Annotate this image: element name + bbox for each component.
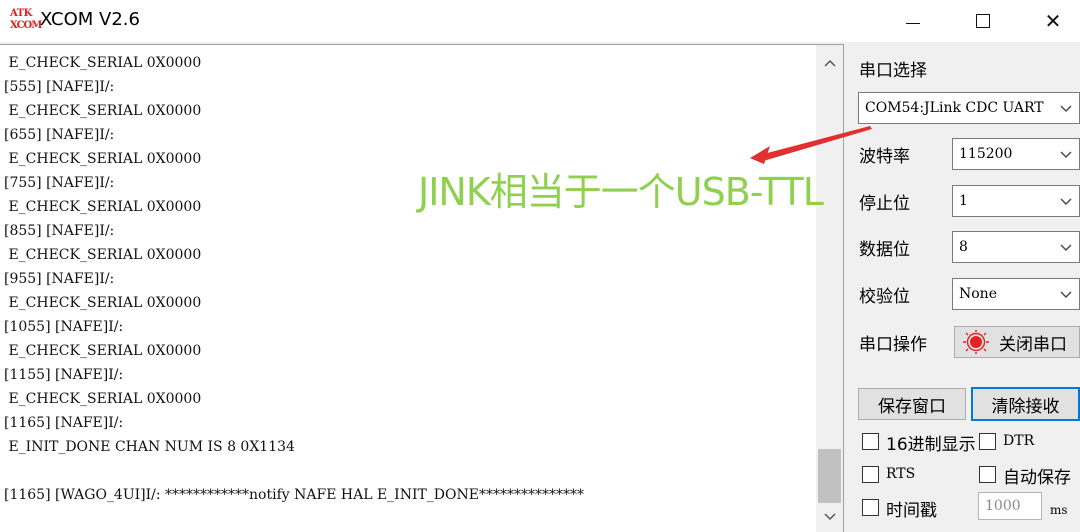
minimize-icon [906, 22, 920, 24]
port-select-value: COM54:JLink CDC UART [865, 100, 1044, 116]
receive-line: [1165] [WAGO_4UI]I/: ************notify … [4, 487, 584, 503]
stopbits-value: 1 [959, 193, 968, 209]
timestamp-label: 时间戳 [886, 501, 937, 521]
clear-receive-button[interactable]: 清除接收 [971, 387, 1080, 421]
databits-select[interactable]: 8 [952, 231, 1080, 263]
receive-line: E_CHECK_SERIAL 0X0000 [4, 103, 202, 119]
close-button[interactable]: ✕ [1030, 0, 1076, 42]
maximize-icon [976, 14, 990, 28]
receive-line [4, 459, 814, 483]
scroll-up-button[interactable] [816, 49, 843, 77]
receive-line: [955] [NAFE]I/: [4, 271, 115, 287]
hex-display-checkbox[interactable] [862, 433, 879, 450]
dtr-label: DTR [1003, 433, 1035, 449]
port-select[interactable]: COM54:JLink CDC UART [858, 92, 1080, 124]
rts-label: RTS [886, 466, 916, 482]
stopbits-label: 停止位 [859, 194, 910, 214]
receive-line: [655] [NAFE]I/: [4, 127, 115, 143]
auto-save-checkbox[interactable] [979, 466, 996, 483]
title-bar: ATK XCOM XCOM V2.6 ✕ [0, 0, 1080, 42]
receive-line: E_CHECK_SERIAL 0X0000 [4, 247, 202, 263]
receive-text[interactable]: E_CHECK_SERIAL 0X0000 [555] [NAFE]I/: E_C… [4, 51, 814, 507]
receive-area[interactable]: E_CHECK_SERIAL 0X0000 [555] [NAFE]I/: E_C… [0, 44, 844, 532]
port-select-label: 串口选择 [859, 61, 927, 81]
port-open-indicator-icon [963, 330, 989, 354]
chevron-down-icon [1060, 291, 1072, 298]
receive-line: E_CHECK_SERIAL 0X0000 [4, 55, 202, 71]
chevron-up-icon [823, 59, 836, 67]
receive-line: [1165] [NAFE]I/: [4, 415, 124, 431]
receive-line: E_CHECK_SERIAL 0X0000 [4, 391, 202, 407]
close-port-label: 关闭串口 [999, 334, 1067, 355]
ms-unit-label: ms [1050, 503, 1068, 517]
dtr-checkbox[interactable] [979, 433, 996, 450]
receive-line: E_CHECK_SERIAL 0X0000 [4, 343, 202, 359]
annotation-text: JINK相当于一个USB-TTL [418, 170, 824, 214]
rts-checkbox[interactable] [862, 466, 879, 483]
receive-line: [555] [NAFE]I/: [4, 79, 115, 95]
baud-value: 115200 [959, 146, 1013, 162]
scroll-down-button[interactable] [816, 503, 843, 531]
receive-line: [855] [NAFE]I/: [4, 223, 115, 239]
chevron-down-icon [1060, 151, 1072, 158]
stopbits-select[interactable]: 1 [952, 185, 1080, 217]
chevron-down-icon [1060, 244, 1072, 251]
baud-select[interactable]: 115200 [952, 138, 1080, 170]
scroll-thumb[interactable] [818, 449, 841, 503]
settings-panel: 串口选择 COM54:JLink CDC UART 波特率 115200 停止位… [846, 44, 1080, 532]
receive-scrollbar[interactable] [816, 45, 843, 532]
databits-label: 数据位 [859, 240, 910, 260]
save-window-button[interactable]: 保存窗口 [858, 388, 966, 420]
chevron-down-icon [823, 513, 836, 521]
port-op-label: 串口操作 [859, 335, 927, 355]
chevron-down-icon [1060, 198, 1072, 205]
maximize-button[interactable] [960, 0, 1006, 42]
receive-line: E_INIT_DONE CHAN NUM IS 8 0X1134 [4, 439, 295, 455]
receive-line: E_CHECK_SERIAL 0X0000 [4, 295, 202, 311]
auto-save-label: 自动保存 [1003, 468, 1071, 488]
timestamp-interval-input[interactable]: 1000 [978, 492, 1042, 520]
receive-line: [1155] [NAFE]I/: [4, 367, 124, 383]
parity-label: 校验位 [859, 287, 910, 307]
chevron-down-icon [1060, 105, 1072, 112]
parity-value: None [959, 286, 997, 302]
app-logo-icon: ATK XCOM [10, 8, 42, 31]
timestamp-checkbox[interactable] [862, 499, 879, 516]
minimize-button[interactable] [890, 0, 936, 42]
close-icon: ✕ [1044, 9, 1062, 33]
databits-value: 8 [959, 239, 968, 255]
window-title: XCOM V2.6 [40, 9, 140, 30]
hex-display-label: 16进制显示 [886, 435, 976, 455]
close-port-button[interactable]: 关闭串口 [954, 326, 1080, 358]
receive-line: [1055] [NAFE]I/: [4, 319, 124, 335]
parity-select[interactable]: None [952, 278, 1080, 310]
